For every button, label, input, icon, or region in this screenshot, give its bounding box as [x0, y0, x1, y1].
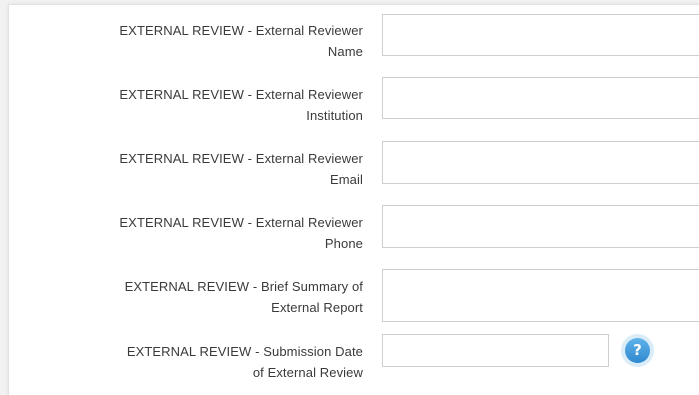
help-button[interactable]: ?	[621, 334, 654, 367]
submission-date-input[interactable]	[382, 334, 609, 367]
label-line: Phone	[324, 236, 363, 251]
label-line: Institution	[306, 108, 363, 123]
reviewer-institution-label: EXTERNAL REVIEW - External Reviewer Inst…	[18, 84, 363, 126]
label-line: EXTERNAL REVIEW - External Reviewer	[119, 215, 363, 230]
submission-date-label: EXTERNAL REVIEW - Submission Date of Ext…	[18, 341, 363, 383]
label-line: of External Review	[252, 365, 363, 380]
label-line: EXTERNAL REVIEW - External Reviewer	[119, 151, 363, 166]
reviewer-phone-input[interactable]	[382, 205, 699, 248]
reviewer-name-input[interactable]	[382, 14, 699, 56]
reviewer-email-input[interactable]	[382, 141, 699, 184]
reviewer-email-label: EXTERNAL REVIEW - External Reviewer Emai…	[18, 148, 363, 190]
label-line: EXTERNAL REVIEW - Brief Summary of	[124, 279, 363, 294]
label-line: Email	[329, 172, 363, 187]
reviewer-institution-input[interactable]	[382, 77, 699, 119]
external-report-summary-textarea[interactable]	[382, 269, 699, 322]
label-line: EXTERNAL REVIEW - External Reviewer	[119, 87, 363, 102]
external-report-summary-label: EXTERNAL REVIEW - Brief Summary of Exter…	[18, 276, 363, 318]
help-icon[interactable]: ?	[625, 338, 650, 363]
reviewer-phone-label: EXTERNAL REVIEW - External Reviewer Phon…	[18, 212, 363, 254]
label-line: EXTERNAL REVIEW - Submission Date	[126, 344, 363, 359]
reviewer-name-label: EXTERNAL REVIEW - External Reviewer Name	[18, 20, 363, 62]
label-line: EXTERNAL REVIEW - External Reviewer	[119, 23, 363, 38]
label-line: External Report	[271, 300, 363, 315]
label-line: Name	[327, 44, 363, 59]
